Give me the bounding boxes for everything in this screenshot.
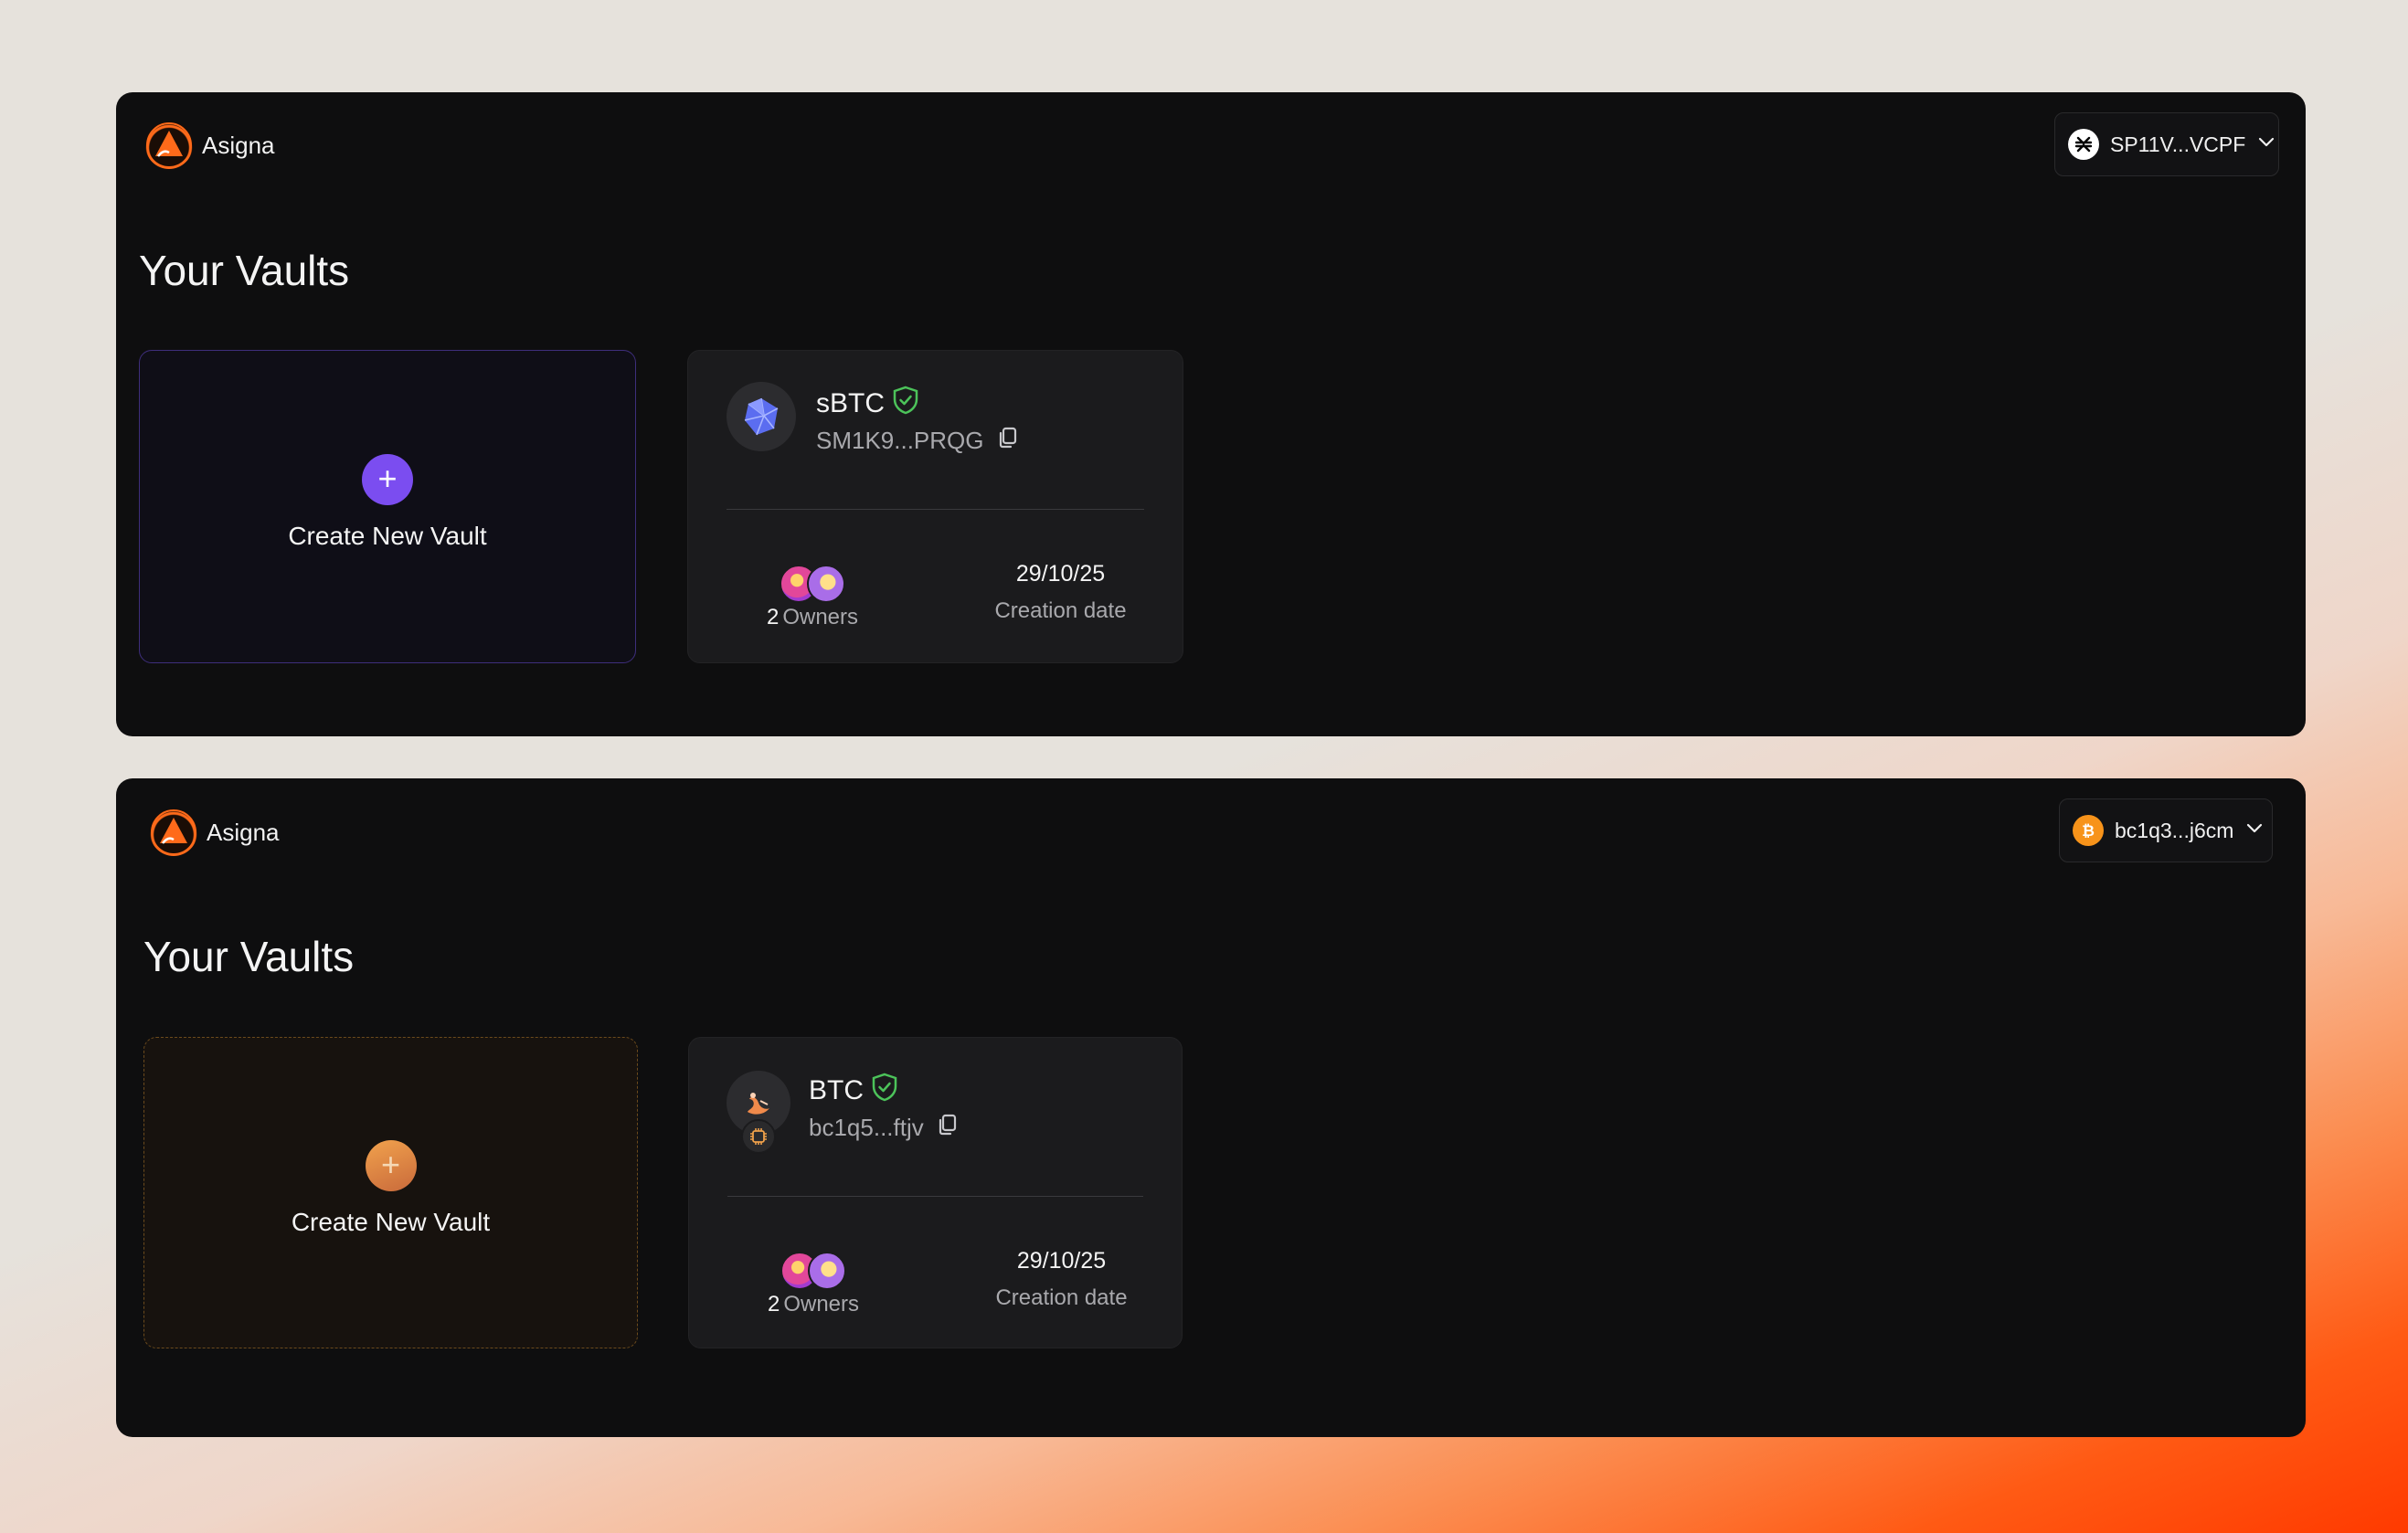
page-title: Your Vaults bbox=[139, 247, 350, 294]
asigna-logo-icon bbox=[150, 809, 197, 856]
verified-shield-icon bbox=[892, 386, 919, 422]
vault-address-text: SM1K9...PRQG bbox=[816, 427, 984, 454]
vault-card-btc[interactable]: BTC bc1q5...ftjv 2 Owners 29/10/25 Creati… bbox=[688, 1037, 1183, 1348]
logo-text: Asigna bbox=[207, 818, 280, 846]
creation-date-label: Creation date bbox=[994, 598, 1127, 623]
hardware-chip-icon bbox=[741, 1119, 776, 1154]
svg-text:₿: ₿ bbox=[2082, 822, 2095, 841]
vaults-panel-bitcoin: Asigna ₿ bc1q3...j6cm Your Vaults + Crea… bbox=[116, 778, 2306, 1437]
vault-name: BTC bbox=[809, 1073, 898, 1109]
copy-icon[interactable] bbox=[997, 426, 1019, 456]
logo-text: Asigna bbox=[202, 131, 275, 159]
wallet-selector[interactable]: ₿ bc1q3...j6cm bbox=[2059, 798, 2273, 862]
vault-name: sBTC bbox=[816, 386, 919, 422]
vault-name-text: sBTC bbox=[816, 388, 885, 418]
owners-label: Owners bbox=[783, 1292, 860, 1316]
creation-date: 29/10/25 bbox=[1016, 1248, 1107, 1274]
wallet-selector[interactable]: SP11V...VCPF bbox=[2054, 112, 2279, 176]
creation-info: 29/10/25 Creation date bbox=[937, 561, 1184, 624]
page-title: Your Vaults bbox=[143, 933, 355, 980]
plus-icon: + bbox=[365, 1139, 417, 1191]
vault-address-text: bc1q5...ftjv bbox=[809, 1114, 924, 1141]
asigna-logo-icon bbox=[145, 122, 193, 169]
vault-card-sbtc[interactable]: sBTC SM1K9...PRQG 2 Owners 29/10/25 Creat… bbox=[687, 350, 1183, 663]
asigna-logo[interactable]: Asigna bbox=[145, 122, 275, 169]
wallet-address: bc1q3...j6cm bbox=[2115, 818, 2234, 842]
creation-info: 29/10/25 Creation date bbox=[938, 1248, 1185, 1311]
vaults-panel-stacks: Asigna SP11V...VCPF Your Vaults + Create… bbox=[116, 92, 2306, 736]
wallet-address: SP11V...VCPF bbox=[2110, 132, 2246, 156]
sbtc-token-icon bbox=[727, 382, 796, 451]
owners-info: 2 Owners bbox=[689, 1252, 938, 1317]
owners-count: 2 bbox=[766, 605, 780, 629]
chevron-down-icon bbox=[2256, 132, 2276, 157]
owners-count: 2 bbox=[767, 1292, 780, 1316]
asigna-logo[interactable]: Asigna bbox=[150, 809, 280, 856]
verified-shield-icon bbox=[871, 1073, 898, 1109]
card-divider bbox=[727, 509, 1144, 510]
creation-date: 29/10/25 bbox=[1015, 561, 1106, 587]
vault-name-text: BTC bbox=[809, 1075, 864, 1105]
create-vault-label: Create New Vault bbox=[291, 1207, 491, 1236]
stacks-icon bbox=[2068, 129, 2099, 160]
avatar bbox=[807, 565, 845, 603]
create-vault-card[interactable]: + Create New Vault bbox=[139, 350, 636, 663]
create-vault-card[interactable]: + Create New Vault bbox=[143, 1037, 638, 1348]
owner-avatars bbox=[689, 1252, 938, 1290]
copy-icon[interactable] bbox=[937, 1113, 959, 1143]
avatar bbox=[808, 1252, 846, 1290]
vault-address: SM1K9...PRQG bbox=[816, 426, 1019, 456]
bitcoin-icon: ₿ bbox=[2073, 815, 2104, 846]
owner-avatars bbox=[688, 565, 937, 603]
owners-info: 2 Owners bbox=[688, 565, 937, 630]
vault-address: bc1q5...ftjv bbox=[809, 1113, 959, 1143]
chevron-down-icon bbox=[2244, 818, 2265, 843]
owners-label: Owners bbox=[782, 605, 859, 629]
creation-date-label: Creation date bbox=[995, 1285, 1128, 1310]
card-divider bbox=[727, 1196, 1143, 1197]
create-vault-label: Create New Vault bbox=[288, 521, 487, 550]
plus-icon: + bbox=[362, 453, 413, 505]
